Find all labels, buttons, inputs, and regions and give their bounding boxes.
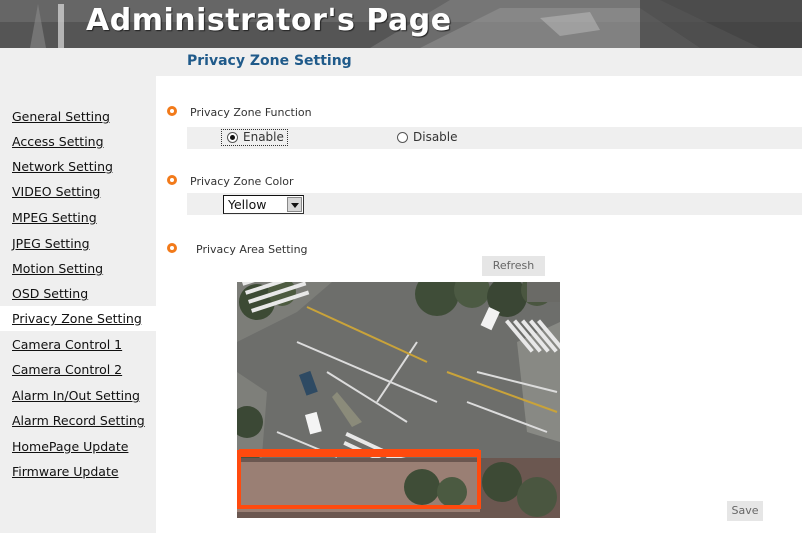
sidebar-item-alarm-record-setting[interactable]: Alarm Record Setting [0,408,156,433]
sidebar-item-general-setting[interactable]: General Setting [0,104,156,129]
sidebar-item-firmware-update[interactable]: Firmware Update [0,459,156,484]
privacy-area-label: Privacy Area Setting [196,243,308,256]
sidebar-item-motion-setting[interactable]: Motion Setting [0,256,156,281]
bullet-icon [167,106,177,116]
sidebar-item-mpeg-setting[interactable]: MPEG Setting [0,205,156,230]
sidebar-item-homepage-update[interactable]: HomePage Update [0,434,156,459]
color-select[interactable]: Yellow [223,195,304,214]
sidebar-item-camera-control-1[interactable]: Camera Control 1 [0,332,156,357]
enable-radio-label[interactable]: Enable [243,130,284,144]
bullet-icon [167,243,177,253]
bullet-icon [167,175,177,185]
camera-image [237,282,560,518]
enable-radio[interactable] [227,132,238,143]
privacy-zone-color-label: Privacy Zone Color [190,175,294,188]
header-banner: Administrator's Page [0,0,802,48]
disable-radio[interactable] [397,132,408,143]
chevron-down-icon[interactable] [287,197,302,212]
color-select-value: Yellow [228,197,267,212]
sidebar-item-video-setting[interactable]: VIDEO Setting [0,179,156,204]
disable-radio-label[interactable]: Disable [413,130,458,144]
refresh-button[interactable]: Refresh [482,256,545,276]
sidebar-item-jpeg-setting[interactable]: JPEG Setting [0,231,156,256]
save-button[interactable]: Save [727,501,763,521]
camera-view[interactable] [237,282,560,518]
sidebar-item-access-setting[interactable]: Access Setting [0,129,156,154]
sidebar-item-osd-setting[interactable]: OSD Setting [0,281,156,306]
sidebar-item-camera-control-2[interactable]: Camera Control 2 [0,357,156,382]
sidebar-item-network-setting[interactable]: Network Setting [0,154,156,179]
section-header-bar: Privacy Zone Setting [156,48,802,76]
privacy-zone-function-label: Privacy Zone Function [190,106,312,119]
section-title: Privacy Zone Setting [187,53,352,69]
sidebar-item-privacy-zone-setting[interactable]: Privacy Zone Setting [0,306,156,331]
sidebar-item-alarm-in-out-setting[interactable]: Alarm In/Out Setting [0,383,156,408]
page-title: Administrator's Page [86,3,452,38]
